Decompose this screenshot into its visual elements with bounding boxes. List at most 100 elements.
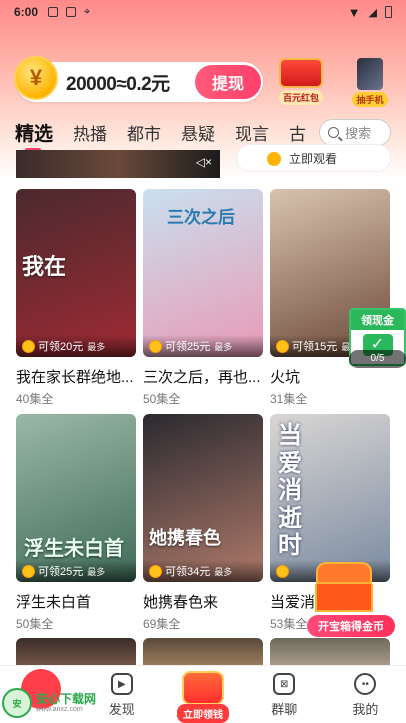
poster-title: 我在 (22, 254, 67, 279)
drama-title[interactable]: 她携春色来 (143, 591, 263, 612)
location-icon: ⌖ (84, 5, 91, 18)
group-chat-icon: ⊠ (273, 673, 296, 695)
reward-max: 最多 (214, 566, 233, 577)
claim-cash-progress: 0/5 (349, 350, 406, 368)
profile-icon: •• (354, 673, 377, 695)
treasure-chest-icon[interactable] (314, 562, 374, 614)
drama-card[interactable]: 三次之后 可领25元 最多 三次之后，再也... 50集全 (143, 189, 263, 407)
tab-suspense[interactable]: 悬疑 (181, 120, 215, 145)
drama-title[interactable]: 火坑 (270, 366, 390, 387)
drama-poster[interactable] (16, 638, 136, 668)
wifi-icon: ▼ (347, 4, 361, 20)
reward-max: 最多 (214, 341, 233, 352)
coin-icon (276, 564, 289, 578)
drama-title[interactable]: 我在家长群绝地... (16, 366, 136, 387)
drama-poster[interactable]: 我在 可领20元 最多 (16, 189, 136, 357)
reward-text: 可领20元 (38, 341, 84, 353)
claim-cash-label: 领现金 (351, 310, 404, 330)
drama-poster[interactable]: 当爱消逝时 (270, 414, 390, 582)
mute-icon[interactable]: ◁× (196, 155, 212, 169)
drama-title[interactable]: 当爱消逝时 (270, 591, 314, 612)
coin-icon (149, 339, 162, 353)
drama-episodes: 31集全 (270, 392, 308, 406)
watch-now-button[interactable]: 立即观看 (236, 144, 391, 172)
reward-max: 最多 (87, 566, 106, 577)
tab-urban[interactable]: 都市 (127, 120, 161, 145)
search-placeholder: 搜索 (345, 126, 372, 141)
red-packet-icon (279, 58, 323, 88)
tab-hot[interactable]: 热播 (73, 120, 107, 145)
reward-badge: 可领34元 最多 (143, 560, 263, 582)
notification-icon (48, 7, 59, 17)
watermark-text: 安心下载网 (36, 691, 97, 706)
drama-card[interactable]: 可领15元最多 火坑 31集全 (270, 189, 390, 407)
drama-card[interactable]: 她携春色 可领34元 最多 她携春色来 69集全 (143, 414, 263, 632)
nav-claim-money[interactable]: 立即领钱 (162, 666, 243, 723)
reward-text: 可领15元 (292, 341, 338, 353)
lucky-phone-label: 抽手机 (352, 92, 388, 107)
reward-badge: 可领25元 最多 (143, 335, 263, 357)
tab-ancient[interactable]: 古 (289, 120, 306, 145)
play-coin-icon (267, 152, 281, 166)
reward-badge: 可领25元 最多 (16, 560, 136, 582)
coin-icon (149, 564, 162, 578)
drama-card[interactable]: 我在 可领20元 最多 我在家长群绝地... 40集全 (16, 189, 136, 407)
tab-featured[interactable]: 精选 (15, 119, 53, 152)
featured-banner[interactable]: ◁× 立即观看 (16, 144, 391, 178)
watermark-logo-icon: 安 (2, 688, 32, 718)
phone-icon (357, 58, 383, 90)
reward-text: 可领25元 (38, 566, 84, 578)
reward-text: 可领25元 (165, 341, 211, 353)
drama-poster[interactable]: 浮生未白首 可领25元 最多 (16, 414, 136, 582)
red-packet-label: 百元红包 (278, 90, 323, 105)
red-packet-promo[interactable]: 百元红包 (273, 58, 329, 106)
drama-episodes: 50集全 (143, 392, 181, 406)
play-icon: ▶ (110, 673, 133, 695)
reward-text: 可领34元 (165, 566, 211, 578)
watermark-url: www.anxz.com (36, 705, 83, 713)
nav-mine-label: 我的 (352, 702, 379, 717)
poster-title: 浮生未白首 (24, 538, 124, 560)
watch-now-label: 立即观看 (289, 151, 338, 166)
nav-group-label: 群聊 (271, 702, 298, 717)
banner-image: ◁× (16, 150, 220, 178)
drama-poster[interactable]: 三次之后 可领25元 最多 (143, 189, 263, 357)
coin-balance-text: 20000≈0.2元 (66, 73, 170, 95)
coin-icon (22, 564, 35, 578)
search-box[interactable]: 搜索 (319, 119, 391, 146)
gift-icon (182, 671, 224, 705)
category-tabs: 精选 热播 都市 悬疑 现言 古 搜索 (0, 118, 406, 152)
search-icon (328, 127, 339, 138)
signal-icon: ◢ (368, 6, 377, 19)
watermark: 安 安心下载网 www.anxz.com (2, 683, 102, 723)
coin-balance-bar[interactable]: ¥ 20000≈0.2元 提现 (14, 56, 263, 102)
nav-mine[interactable]: •• 我的 (325, 666, 406, 723)
reward-max: 最多 (87, 341, 106, 352)
drama-episodes: 40集全 (16, 392, 54, 406)
tab-modern-romance[interactable]: 现言 (235, 120, 269, 145)
poster-title: 当爱消逝时 (278, 422, 302, 560)
lucky-phone-promo[interactable]: 抽手机 (342, 58, 398, 108)
drama-title[interactable]: 浮生未白首 (16, 591, 136, 612)
gold-coin-icon: ¥ (14, 56, 58, 100)
drama-title[interactable]: 三次之后，再也... (143, 366, 263, 387)
nav-group-chat[interactable]: ⊠ 群聊 (244, 666, 325, 723)
reward-badge: 可领20元 最多 (16, 335, 136, 357)
drama-poster[interactable]: 她携春色 可领34元 最多 (143, 414, 263, 582)
poster-title: 她携春色 (149, 528, 221, 548)
drama-poster[interactable] (143, 638, 263, 668)
coin-icon (22, 339, 35, 353)
coin-icon (276, 339, 289, 353)
open-chest-button[interactable]: 开宝箱得金币 (307, 615, 395, 637)
drama-episodes: 69集全 (143, 617, 181, 631)
notification-icon (66, 7, 77, 17)
withdraw-button[interactable]: 提现 (195, 65, 261, 99)
drama-poster[interactable] (270, 638, 390, 668)
nav-claim-label: 立即领钱 (177, 704, 229, 723)
drama-card[interactable]: 浮生未白首 可领25元 最多 浮生未白首 50集全 (16, 414, 136, 632)
battery-icon (385, 6, 392, 18)
status-time: 6:00 (14, 5, 39, 19)
drama-episodes: 50集全 (16, 617, 54, 631)
poster-title: 三次之后 (167, 208, 235, 227)
status-bar: 6:00 ⌖ ▼ ◢ (0, 0, 406, 24)
